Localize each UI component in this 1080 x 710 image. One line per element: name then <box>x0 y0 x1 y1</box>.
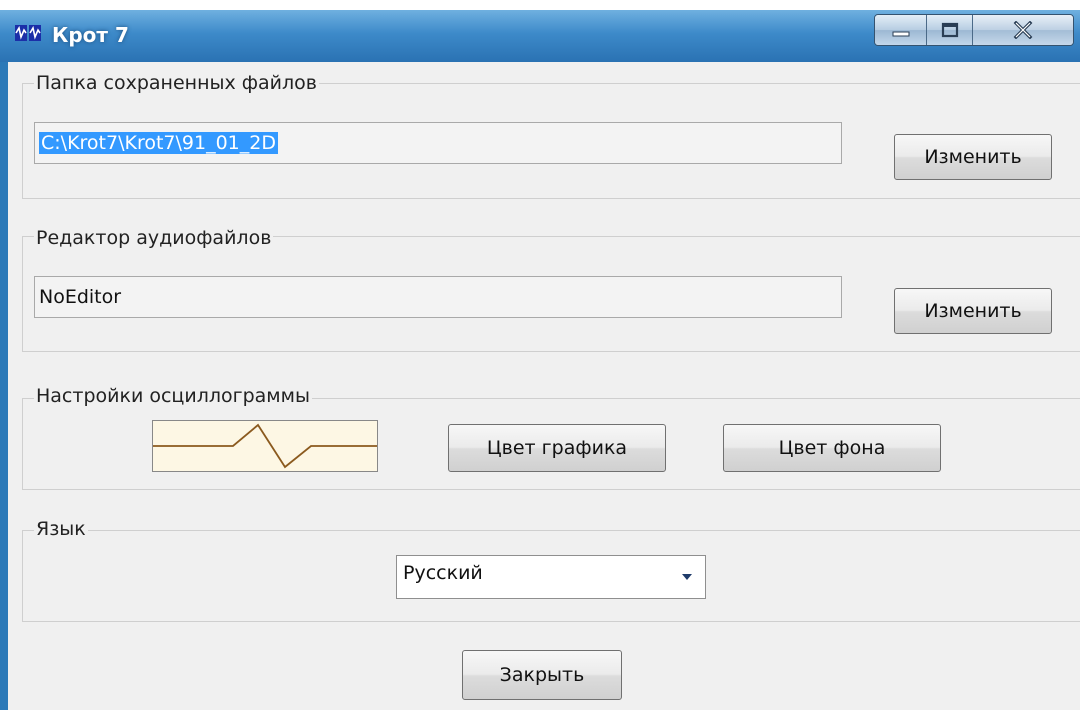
close-window-button[interactable] <box>973 15 1073 45</box>
language-select[interactable]: Русский <box>396 555 706 599</box>
window-controls <box>874 14 1074 46</box>
change-save-folder-label: Изменить <box>924 146 1022 168</box>
language-selected-value: Русский <box>403 562 483 584</box>
audio-editor-value: NoEditor <box>39 286 122 308</box>
save-folder-path-field[interactable]: C:\Krot7\Krot7\91_01_2D <box>34 122 842 164</box>
change-audio-editor-label: Изменить <box>924 300 1022 322</box>
graph-color-label: Цвет графика <box>486 437 628 459</box>
audio-editor-field[interactable]: NoEditor <box>34 276 842 318</box>
change-audio-editor-button[interactable]: Изменить <box>894 288 1052 334</box>
settings-window: Крот 7 Папка сохраненных файлов C:\Krot7… <box>0 10 1080 710</box>
background-color-button[interactable]: Цвет фона <box>723 424 941 472</box>
language-label: Язык <box>34 518 88 540</box>
app-icon <box>15 25 41 41</box>
audio-editor-label: Редактор аудиофайлов <box>34 227 274 249</box>
save-folder-path-value: C:\Krot7\Krot7\91_01_2D <box>39 132 278 154</box>
title-bar[interactable]: Крот 7 <box>0 10 1080 62</box>
close-icon <box>1013 21 1033 39</box>
maximize-button[interactable] <box>927 15 973 45</box>
minimize-button[interactable] <box>875 15 927 45</box>
waveform-settings-label: Настройки осциллограммы <box>34 385 312 407</box>
change-save-folder-button[interactable]: Изменить <box>894 134 1052 180</box>
waveform-preview-line <box>153 423 377 469</box>
close-button[interactable]: Закрыть <box>462 650 622 700</box>
graph-color-button[interactable]: Цвет графика <box>448 424 666 472</box>
save-folder-label: Папка сохраненных файлов <box>34 72 319 94</box>
close-button-label: Закрыть <box>499 664 585 686</box>
dropdown-arrow-icon[interactable] <box>669 556 705 598</box>
window-title: Крот 7 <box>52 23 129 47</box>
minimize-icon <box>892 31 909 37</box>
waveform-preview <box>152 420 378 472</box>
client-area: Папка сохраненных файлов C:\Krot7\Krot7\… <box>8 62 1080 710</box>
maximize-icon <box>941 22 958 38</box>
background-color-label: Цвет фона <box>778 437 886 459</box>
